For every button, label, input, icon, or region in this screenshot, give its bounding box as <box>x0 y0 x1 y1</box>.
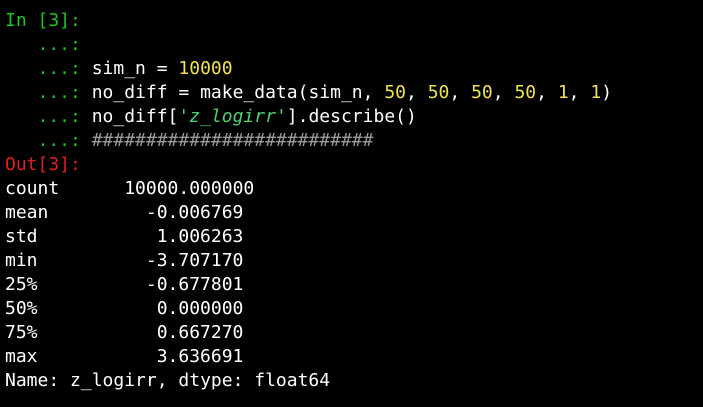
number-literal: 10000 <box>178 58 233 79</box>
stat-value: -3.707170 <box>145 250 244 271</box>
stat-name: std <box>5 226 38 247</box>
stat-row: min -3.707170 <box>5 249 703 273</box>
stat-value: 0.000000 <box>156 298 244 319</box>
stat-name: 75% <box>5 322 38 343</box>
code-line[interactable]: ...: no_diff['z_logirr'].describe() <box>5 105 703 129</box>
stat-value: -0.677801 <box>145 274 244 295</box>
number-literal: 50 <box>471 82 493 103</box>
number-literal: 50 <box>514 82 537 103</box>
code-text: no_diff = make_data(sim_n, <box>91 82 385 103</box>
number-literal: 1 <box>590 82 602 103</box>
string-literal: 'z_logirr' <box>178 106 287 127</box>
code-line[interactable]: ...: no_diff = make_data(sim_n, 50, 50, … <box>5 81 703 105</box>
stat-name: 25% <box>5 274 38 295</box>
stat-row: count 10000.000000 <box>5 177 703 201</box>
code-text: , <box>449 82 472 103</box>
code-text: , <box>568 82 591 103</box>
stat-row: 75% 0.667270 <box>5 321 703 345</box>
continuation-prompt: ...: <box>5 34 81 55</box>
stat-name: min <box>5 250 38 271</box>
terminal-window[interactable]: In [3]: ...: ...: sim_n = 10000 ...: no_… <box>0 0 703 407</box>
stat-row: 25% -0.677801 <box>5 273 703 297</box>
stat-name: mean <box>5 202 49 223</box>
code-line[interactable]: ...: sim_n = 10000 <box>5 57 703 81</box>
stat-value: 1.006263 <box>156 226 244 247</box>
code-text: ) <box>601 82 613 103</box>
stat-value: 3.636691 <box>156 346 244 367</box>
code-text: sim_n = <box>91 58 179 79</box>
describe-output-table: count 10000.000000 mean -0.006769 std 1.00626… <box>5 177 703 369</box>
number-literal: 50 <box>427 82 450 103</box>
stat-row: mean -0.006769 <box>5 201 703 225</box>
continuation-prompt: ...: <box>5 106 81 127</box>
code-text: , <box>406 82 428 103</box>
number-literal: 1 <box>557 82 569 103</box>
stat-name: 50% <box>5 298 38 319</box>
stat-row: std 1.006263 <box>5 225 703 249</box>
continuation-prompt: ...: <box>5 130 81 151</box>
output-prompt: Out[3]: <box>5 154 81 175</box>
stat-name: count <box>5 178 60 199</box>
continuation-prompt: ...: <box>5 82 81 103</box>
stat-value: -0.006769 <box>145 202 244 223</box>
input-code-block[interactable]: ...: ...: sim_n = 10000 ...: no_diff = m… <box>5 33 703 153</box>
stat-name: max <box>5 346 38 367</box>
code-text: , <box>536 82 558 103</box>
stat-row: max 3.636691 <box>5 345 703 369</box>
stat-value: 10000.000000 <box>124 178 255 199</box>
output-footer: Name: z_logirr, dtype: float64 <box>5 370 331 391</box>
stat-value: 0.667270 <box>156 322 244 343</box>
code-line[interactable]: ...: <box>5 33 703 57</box>
code-line[interactable]: ...: ########################## <box>5 129 703 153</box>
code-text: no_diff[ <box>91 106 179 127</box>
input-prompt: In [3]: <box>5 10 81 31</box>
number-literal: 50 <box>384 82 406 103</box>
continuation-prompt: ...: <box>5 58 81 79</box>
comment-text: ########################## <box>91 130 374 151</box>
code-text: , <box>492 82 515 103</box>
code-text: ].describe() <box>286 106 417 127</box>
stat-row: 50% 0.000000 <box>5 297 703 321</box>
